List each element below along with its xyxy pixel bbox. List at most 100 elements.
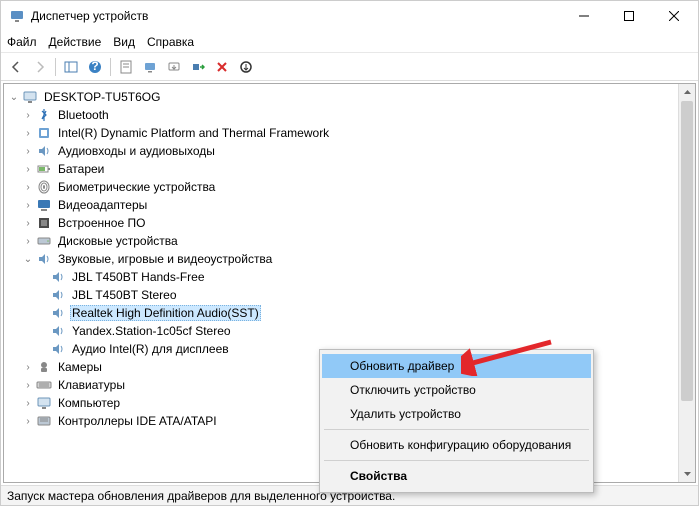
update-driver-button[interactable]	[163, 56, 185, 78]
close-button[interactable]	[651, 1, 696, 31]
tree-category[interactable]: › Аудиовходы и аудиовыходы	[8, 142, 678, 160]
ctx-disable-device[interactable]: Отключить устройство	[322, 378, 591, 402]
battery-icon	[36, 161, 52, 177]
tree-item-label: Аудио Intel(R) для дисплеев	[70, 342, 231, 356]
video-icon	[36, 197, 52, 213]
menu-help[interactable]: Справка	[147, 35, 194, 49]
enable-device-button[interactable]	[187, 56, 209, 78]
context-menu: Обновить драйвер Отключить устройство Уд…	[319, 349, 594, 493]
tree-category[interactable]: › Батареи	[8, 160, 678, 178]
ctx-sep	[324, 429, 589, 430]
tree-category-sound[interactable]: ⌄ Звуковые, игровые и видеоустройства	[8, 250, 678, 268]
uninstall-device-button[interactable]	[235, 56, 257, 78]
bt-icon	[36, 107, 52, 123]
tree-device[interactable]: JBL T450BT Hands-Free	[8, 268, 678, 286]
ctx-uninstall-device[interactable]: Удалить устройство	[322, 402, 591, 426]
tree-item-label: Клавиатуры	[56, 378, 127, 392]
expander-icon[interactable]: ›	[22, 164, 34, 175]
expander-icon[interactable]: ›	[22, 416, 34, 427]
tree-item-label: Bluetooth	[56, 108, 111, 122]
ctx-properties[interactable]: Свойства	[322, 464, 591, 488]
expander-icon[interactable]: ⌄	[22, 254, 34, 265]
app-icon	[9, 8, 25, 24]
ctx-update-driver[interactable]: Обновить драйвер	[322, 354, 591, 378]
tree-item-label: JBL T450BT Stereo	[70, 288, 179, 302]
audio-icon	[36, 143, 52, 159]
menu-action[interactable]: Действие	[49, 35, 102, 49]
device-manager-window: Диспетчер устройств Файл Действие Вид Сп…	[0, 0, 699, 506]
expander-icon[interactable]: ›	[22, 182, 34, 193]
ctx-sep	[324, 460, 589, 461]
tree-item-label: Биометрические устройства	[56, 180, 217, 194]
tree-item-label: JBL T450BT Hands-Free	[70, 270, 207, 284]
tree-device[interactable]: JBL T450BT Stereo	[8, 286, 678, 304]
disk-icon	[36, 233, 52, 249]
tree-item-label: Дисковые устройства	[56, 234, 180, 248]
expander-icon[interactable]: ›	[22, 146, 34, 157]
fw-icon	[36, 215, 52, 231]
audio-icon	[50, 287, 66, 303]
tree-item-label: Yandex.Station-1c05cf Stereo	[70, 324, 233, 338]
tree-device[interactable]: Realtek High Definition Audio(SST)	[8, 304, 678, 322]
chip-icon	[36, 125, 52, 141]
expander-icon[interactable]: ›	[22, 380, 34, 391]
menu-view[interactable]: Вид	[113, 35, 135, 49]
expander-icon[interactable]: ⌄	[8, 92, 20, 103]
menu-file[interactable]: Файл	[7, 35, 37, 49]
back-button[interactable]	[5, 56, 27, 78]
tree-item-label: Контроллеры IDE ATA/ATAPI	[56, 414, 219, 428]
tree-root[interactable]: ⌄ DESKTOP-TU5T6OG	[8, 88, 678, 106]
audio-icon	[50, 323, 66, 339]
tree-item-label: Компьютер	[56, 396, 122, 410]
titlebar: Диспетчер устройств	[1, 1, 698, 31]
toolbar: ?	[1, 53, 698, 81]
tree-item-label: Встроенное ПО	[56, 216, 147, 230]
tree-category[interactable]: › Видеоадаптеры	[8, 196, 678, 214]
expander-icon[interactable]: ›	[22, 236, 34, 247]
menubar: Файл Действие Вид Справка	[1, 31, 698, 53]
tree-item-label: Звуковые, игровые и видеоустройства	[56, 252, 274, 266]
window-controls	[561, 1, 696, 31]
expander-icon[interactable]: ›	[22, 128, 34, 139]
scroll-thumb[interactable]	[681, 101, 693, 401]
tree-category[interactable]: › Встроенное ПО	[8, 214, 678, 232]
ide-icon	[36, 413, 52, 429]
tree-item-label: Realtek High Definition Audio(SST)	[70, 305, 261, 321]
tree-category[interactable]: › Bluetooth	[8, 106, 678, 124]
expander-icon[interactable]: ›	[22, 110, 34, 121]
forward-button[interactable]	[29, 56, 51, 78]
expander-icon[interactable]: ›	[22, 200, 34, 211]
tree-item-label: Видеоадаптеры	[56, 198, 149, 212]
expander-icon[interactable]: ›	[22, 218, 34, 229]
scroll-up-icon[interactable]	[679, 84, 695, 101]
scrollbar[interactable]	[678, 84, 695, 482]
toolbar-sep	[55, 58, 56, 76]
tree-item-label: Intel(R) Dynamic Platform and Thermal Fr…	[56, 126, 331, 140]
disable-device-button[interactable]	[211, 56, 233, 78]
ctx-scan-hardware[interactable]: Обновить конфигурацию оборудования	[322, 433, 591, 457]
tree-category[interactable]: › Intel(R) Dynamic Platform and Thermal …	[8, 124, 678, 142]
show-hide-console-button[interactable]	[60, 56, 82, 78]
bio-icon	[36, 179, 52, 195]
audio-icon	[50, 305, 66, 321]
computer-icon	[36, 395, 52, 411]
expander-icon[interactable]: ›	[22, 362, 34, 373]
minimize-button[interactable]	[561, 1, 606, 31]
maximize-button[interactable]	[606, 1, 651, 31]
scan-hardware-button[interactable]	[139, 56, 161, 78]
properties-button[interactable]	[115, 56, 137, 78]
window-title: Диспетчер устройств	[31, 9, 561, 23]
help-button[interactable]: ?	[84, 56, 106, 78]
scroll-down-icon[interactable]	[679, 465, 695, 482]
tree-category[interactable]: › Дисковые устройства	[8, 232, 678, 250]
svg-text:?: ?	[91, 60, 98, 73]
tree-category[interactable]: › Биометрические устройства	[8, 178, 678, 196]
toolbar-sep	[110, 58, 111, 76]
tree-item-label: DESKTOP-TU5T6OG	[42, 90, 162, 104]
tree-device[interactable]: Yandex.Station-1c05cf Stereo	[8, 322, 678, 340]
tree-item-label: Камеры	[56, 360, 104, 374]
computer-icon	[22, 89, 38, 105]
audio-icon	[50, 341, 66, 357]
audio-icon	[36, 251, 52, 267]
expander-icon[interactable]: ›	[22, 398, 34, 409]
